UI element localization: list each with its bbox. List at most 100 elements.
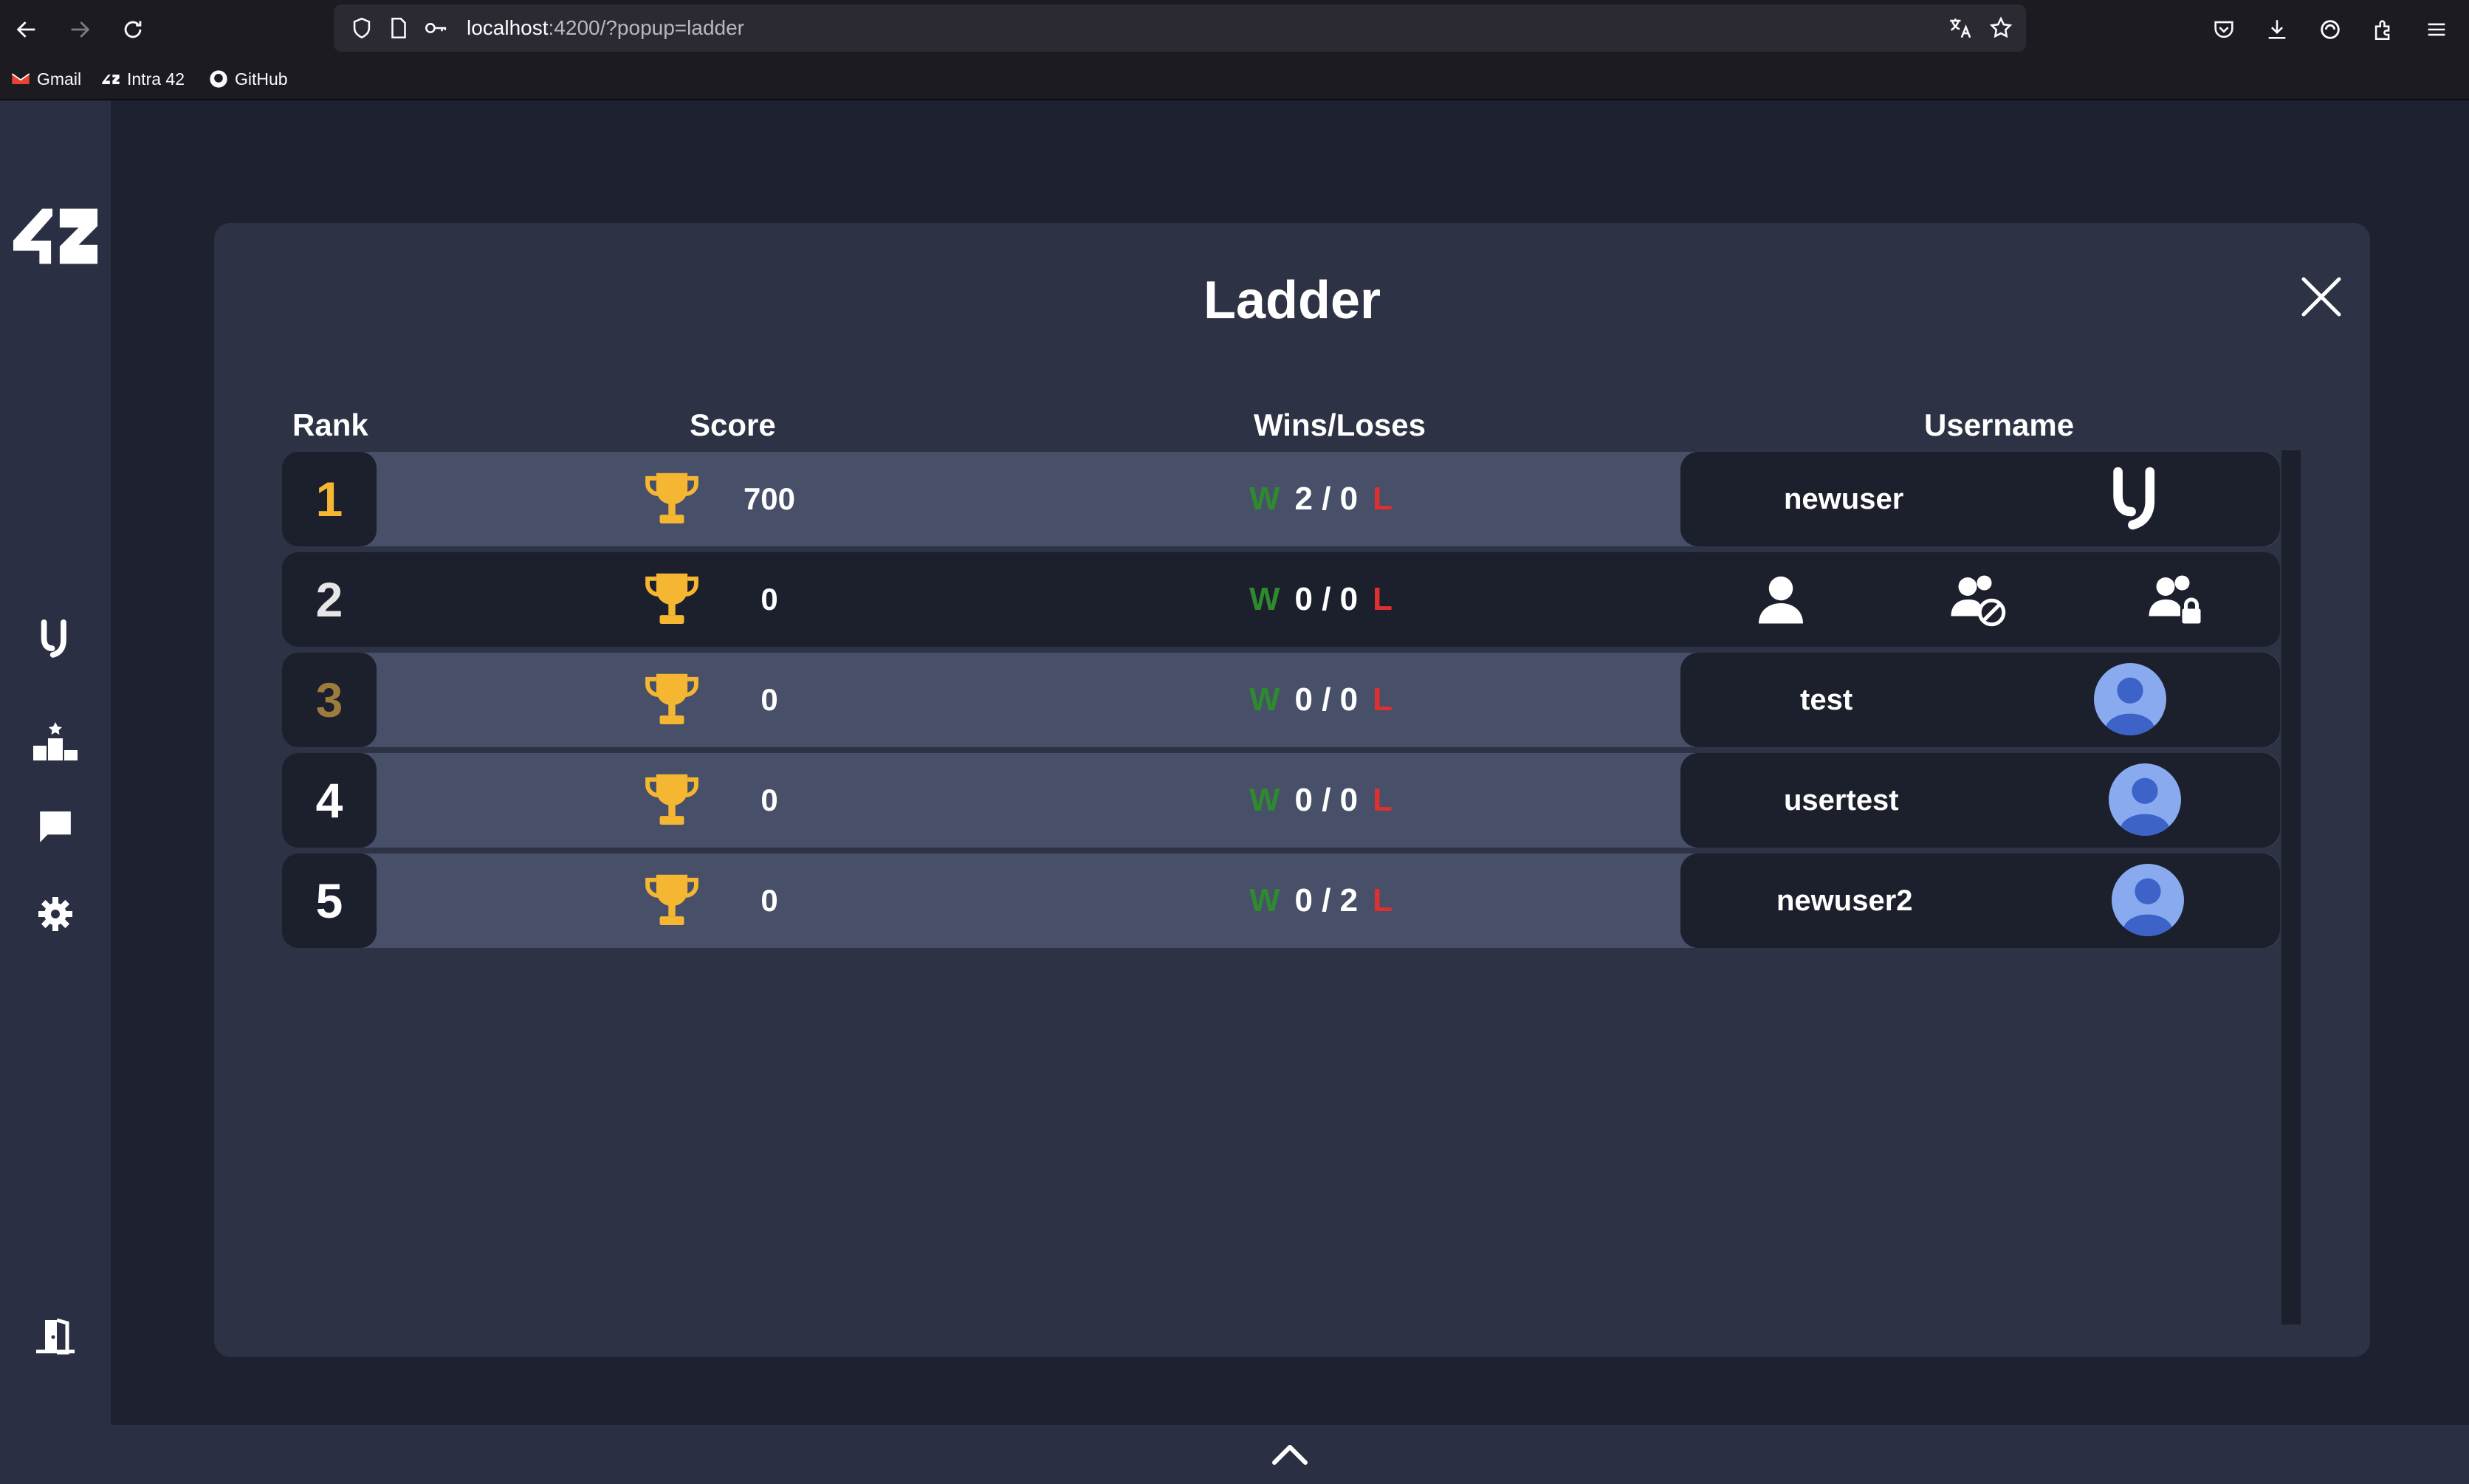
wins-loses-value: 0 / 0: [1294, 782, 1359, 818]
rank-badge: 4: [282, 753, 377, 848]
gear-icon: [38, 897, 72, 931]
rank-badge: 1: [282, 452, 377, 546]
lose-label: L: [1373, 481, 1393, 517]
avatar[interactable]: [2109, 763, 2181, 836]
column-header-score: Score: [690, 408, 776, 442]
user-card[interactable]: newuser2: [1680, 853, 2280, 948]
view-profile-icon[interactable]: [1751, 570, 1810, 629]
username: usertest: [1784, 784, 1899, 817]
score-value: 0: [760, 682, 778, 717]
trophy-icon: [645, 673, 698, 724]
download-icon[interactable]: [2258, 10, 2296, 49]
ladder-row[interactable]: 1 700 W 2 / 0 L newuser: [282, 452, 2280, 546]
url-bar[interactable]: localhost:4200/?popup=ladder: [334, 4, 2026, 52]
shield-icon[interactable]: [348, 15, 375, 41]
win-label: W: [1249, 481, 1280, 517]
ladder-modal: Ladder Rank Score Wins/Loses Username 1 …: [214, 223, 2370, 1357]
lose-label: L: [1373, 782, 1393, 818]
wins-loses: W 2 / 0 L: [1249, 474, 1393, 524]
username: newuser2: [1776, 884, 1913, 917]
bookmark-gmail[interactable]: Gmail: [10, 66, 81, 92]
username: newuser: [1784, 483, 1904, 515]
sidebar-item-play[interactable]: [0, 616, 111, 663]
bookmark-github[interactable]: GitHub: [208, 66, 288, 92]
sidebar-item-settings[interactable]: [0, 892, 111, 936]
user-card[interactable]: usertest: [1680, 753, 2280, 848]
sidebar: [0, 100, 111, 1484]
avatar[interactable]: [2094, 663, 2166, 735]
url-host: localhost: [467, 16, 549, 39]
wins-loses-value: 0 / 2: [1294, 882, 1359, 918]
forward-icon[interactable]: [59, 10, 100, 49]
wins-loses: W 0 / 0 L: [1249, 574, 1393, 625]
reload-icon[interactable]: [112, 10, 154, 49]
extensions-icon[interactable]: [2364, 10, 2403, 49]
podium-icon: [33, 722, 78, 760]
trophy-icon: [645, 774, 698, 825]
trophy-icon: [645, 473, 698, 523]
bottom-bar: [111, 1425, 2469, 1484]
column-header-username: Username: [1924, 408, 2075, 442]
pocket-icon[interactable]: [2205, 10, 2243, 49]
trophy-icon: [645, 573, 698, 624]
bookmark-label: Intra 42: [127, 69, 185, 89]
sidebar-item-ladder[interactable]: [0, 718, 111, 765]
modal-title: Ladder: [1203, 271, 1381, 330]
wins-loses: W 0 / 0 L: [1249, 675, 1393, 725]
sidebar-item-chat[interactable]: [0, 805, 111, 849]
chevron-up-icon[interactable]: [1271, 1443, 1308, 1466]
trophy-icon: [645, 874, 698, 925]
score-value: 0: [760, 783, 778, 817]
score-value: 700: [743, 481, 796, 516]
wins-loses: W 0 / 0 L: [1249, 775, 1393, 825]
win-label: W: [1249, 581, 1280, 617]
github-icon: [208, 69, 229, 89]
logo-42-icon[interactable]: [0, 207, 111, 266]
rank-badge: 2: [282, 552, 377, 647]
block-user-icon[interactable]: [1949, 570, 2008, 629]
translate-icon[interactable]: [1946, 15, 1973, 41]
browser-chrome: localhost:4200/?popup=ladder Gmail Intra…: [0, 0, 2469, 100]
logout-door-icon: [36, 1318, 75, 1355]
key-icon[interactable]: [422, 15, 449, 41]
bookmark-intra-42[interactable]: Intra 42: [100, 66, 185, 92]
wins-loses-value: 0 / 0: [1294, 681, 1359, 718]
u-logo-avatar[interactable]: [2107, 465, 2163, 532]
lose-label: L: [1373, 681, 1393, 718]
avatar[interactable]: [2112, 864, 2184, 936]
app: Ladder Rank Score Wins/Loses Username 1 …: [0, 100, 2469, 1484]
bookmark-label: GitHub: [235, 69, 288, 89]
column-header-rank: Rank: [292, 408, 368, 442]
wins-loses: W 0 / 2 L: [1249, 876, 1393, 926]
url-path: :4200/?popup=ladder: [548, 16, 744, 39]
private-user-icon[interactable]: [2147, 570, 2206, 629]
win-label: W: [1249, 882, 1280, 918]
user-card[interactable]: newuser: [1680, 452, 2280, 546]
u-logo-icon: [41, 619, 66, 658]
score-value: 0: [760, 883, 778, 918]
ladder-scrollbar[interactable]: [2281, 450, 2301, 1325]
win-label: W: [1249, 782, 1280, 818]
close-icon[interactable]: [2299, 275, 2343, 319]
account-icon[interactable]: [2311, 10, 2349, 49]
sidebar-item-logout[interactable]: [0, 1313, 111, 1360]
rank-badge: 5: [282, 853, 377, 948]
lose-label: L: [1373, 882, 1393, 918]
bookmark-star-icon[interactable]: [1988, 15, 2014, 41]
gmail-icon: [10, 69, 31, 89]
back-icon[interactable]: [6, 10, 47, 49]
username: test: [1800, 684, 1853, 716]
menu-icon[interactable]: [2417, 10, 2456, 49]
ladder-row[interactable]: 5 0 W 0 / 2 L newuser2: [282, 853, 2280, 948]
wins-loses-value: 2 / 0: [1294, 481, 1359, 517]
chat-icon: [40, 811, 71, 842]
ladder-row[interactable]: 4 0 W 0 / 0 L usertest: [282, 753, 2280, 848]
user-card[interactable]: test: [1680, 653, 2280, 747]
url-text[interactable]: localhost:4200/?popup=ladder: [467, 15, 744, 41]
ladder-row[interactable]: 2 0 W 0 / 0 L: [282, 552, 2280, 647]
score-value: 0: [760, 582, 778, 616]
ladder-row[interactable]: 3 0 W 0 / 0 L test: [282, 653, 2280, 747]
user-actions: [1680, 552, 2280, 647]
lose-label: L: [1373, 581, 1393, 617]
column-header-wins-loses: Wins/Loses: [1254, 408, 1426, 442]
